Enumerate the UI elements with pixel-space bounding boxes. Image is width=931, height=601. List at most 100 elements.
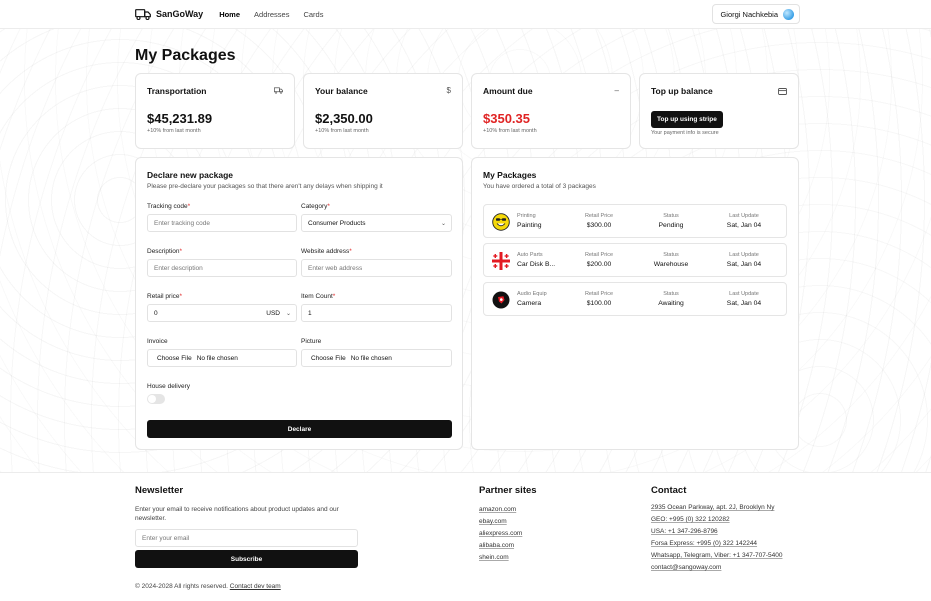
house-delivery-label: House delivery bbox=[147, 383, 190, 390]
nav-home[interactable]: Home bbox=[219, 10, 240, 19]
declare-button[interactable]: Declare bbox=[147, 420, 452, 438]
retail-price-label: Retail Price bbox=[584, 291, 614, 297]
contact-email[interactable]: contact@sangoway.com bbox=[651, 564, 721, 571]
credit-card-icon bbox=[778, 88, 787, 95]
camera-logo-icon bbox=[492, 291, 510, 309]
package-status: Awaiting bbox=[658, 300, 684, 307]
contact-address[interactable]: 2935 Ocean Parkway, apt. 2J, Brooklyn Ny bbox=[651, 504, 774, 511]
website-label: Website address* bbox=[301, 248, 352, 255]
partner-link[interactable]: amazon.com bbox=[479, 506, 516, 513]
subscribe-button[interactable]: Subscribe bbox=[135, 550, 358, 568]
nav-cards[interactable]: Cards bbox=[303, 10, 323, 19]
dollar-icon: $ bbox=[446, 86, 451, 95]
form-title: Declare new package bbox=[147, 170, 233, 180]
invoice-file-input[interactable]: Choose File No file chosen bbox=[147, 349, 297, 367]
card-sub: Your payment info is secure bbox=[651, 130, 719, 136]
truck-icon bbox=[274, 87, 283, 94]
user-name: Giorgi Nachkebia bbox=[720, 9, 778, 19]
choose-file-button[interactable]: Choose File bbox=[311, 355, 346, 362]
balance-card: Your balance $ $2,350.00 +10% from last … bbox=[303, 73, 463, 149]
card-title: Your balance bbox=[315, 86, 368, 96]
card-value: $45,231.89 bbox=[147, 111, 213, 126]
file-status: No file chosen bbox=[350, 354, 392, 362]
retail-price-label: Retail Price bbox=[584, 252, 614, 258]
user-menu-button[interactable]: Giorgi Nachkebia bbox=[712, 4, 800, 24]
description-input[interactable]: Enter description bbox=[147, 259, 297, 277]
page-title: My Packages bbox=[135, 47, 236, 64]
package-price: $300.00 bbox=[586, 222, 612, 229]
currency-select[interactable]: USD bbox=[266, 310, 280, 317]
package-name: Painting bbox=[517, 222, 542, 229]
newsletter-email-input[interactable]: Enter your email bbox=[135, 529, 358, 547]
package-price: $100.00 bbox=[586, 300, 612, 307]
chevron-down-icon: ⌄ bbox=[440, 221, 446, 227]
my-packages-panel: My Packages You have ordered a total of … bbox=[471, 157, 799, 450]
website-input[interactable]: Enter web address bbox=[301, 259, 452, 277]
contact-phone-forsa[interactable]: Forsa Express: +995 (0) 322 142244 bbox=[651, 540, 757, 547]
packages-title: My Packages bbox=[483, 170, 537, 180]
card-sub: +10% from last month bbox=[315, 128, 369, 134]
transportation-card: Transportation $45,231.89 +10% from last… bbox=[135, 73, 295, 149]
package-category: Printing bbox=[517, 213, 536, 219]
tracking-code-label: Tracking code* bbox=[147, 203, 191, 210]
contact-title: Contact bbox=[651, 485, 687, 496]
package-row[interactable]: Printing Painting Retail Price $300.00 S… bbox=[483, 204, 787, 238]
logo[interactable]: SanGoWay bbox=[135, 8, 204, 20]
package-update: Sat, Jan 04 bbox=[726, 261, 762, 268]
package-status: Warehouse bbox=[653, 261, 689, 268]
package-row[interactable]: Auto Parts Car Disk B... Retail Price $2… bbox=[483, 243, 787, 277]
minus-icon: – bbox=[614, 86, 619, 95]
picture-file-input[interactable]: Choose File No file chosen bbox=[301, 349, 452, 367]
retail-price-input[interactable]: 0 USD ⌄ bbox=[147, 304, 297, 322]
card-value: $2,350.00 bbox=[315, 111, 373, 126]
last-update-label: Last Update bbox=[729, 252, 759, 258]
partner-link[interactable]: shein.com bbox=[479, 554, 509, 561]
contact-phone-messengers[interactable]: Whatsapp, Telegram, Viber: +1 347-707-54… bbox=[651, 552, 782, 559]
nav-addresses[interactable]: Addresses bbox=[254, 10, 289, 19]
picture-label: Picture bbox=[301, 338, 322, 345]
status-label: Status bbox=[663, 252, 679, 258]
form-subtitle: Please pre-declare your packages so that… bbox=[147, 183, 383, 190]
smiley-icon bbox=[492, 213, 510, 231]
georgia-flag-icon bbox=[492, 252, 510, 270]
top-up-card: Top up balance Top up using stripe Your … bbox=[639, 73, 799, 149]
card-sub: +10% from last month bbox=[483, 128, 537, 134]
category-label: Category* bbox=[301, 203, 330, 210]
package-update: Sat, Jan 04 bbox=[726, 300, 762, 307]
contact-dev-link[interactable]: Contact dev team bbox=[230, 583, 281, 590]
package-category: Auto Parts bbox=[517, 252, 543, 258]
contact-phone-geo[interactable]: GEO: +995 (0) 322 120282 bbox=[651, 516, 730, 523]
newsletter-text: Enter your email to receive notification… bbox=[135, 506, 339, 522]
retail-price-label: Retail Price bbox=[584, 213, 614, 219]
top-navbar: SanGoWay Home Addresses Cards Giorgi Nac… bbox=[0, 0, 931, 29]
copyright: © 2024-2028 All rights reserved. Contact… bbox=[135, 583, 281, 590]
house-delivery-toggle[interactable] bbox=[147, 394, 165, 404]
avatar bbox=[783, 8, 794, 20]
partner-link[interactable]: alibaba.com bbox=[479, 542, 514, 549]
top-up-stripe-button[interactable]: Top up using stripe bbox=[651, 111, 723, 128]
app-name: SanGoWay bbox=[156, 9, 204, 19]
status-label: Status bbox=[663, 291, 679, 297]
tracking-code-input[interactable]: Enter tracking code bbox=[147, 214, 297, 232]
partner-link[interactable]: aliexpress.com bbox=[479, 530, 522, 537]
copyright-text: © 2024-2028 All rights reserved. bbox=[135, 583, 228, 590]
choose-file-button[interactable]: Choose File bbox=[157, 355, 192, 362]
package-category: Audio Equip bbox=[517, 291, 547, 297]
partner-link[interactable]: ebay.com bbox=[479, 518, 507, 525]
last-update-label: Last Update bbox=[729, 213, 759, 219]
package-status: Pending bbox=[658, 222, 684, 229]
footer: Newsletter Enter your email to receive n… bbox=[0, 472, 931, 601]
description-label: Description* bbox=[147, 248, 183, 255]
package-update: Sat, Jan 04 bbox=[726, 222, 762, 229]
amount-due-card: Amount due – $350.35 +10% from last mont… bbox=[471, 73, 631, 149]
package-row[interactable]: Audio Equip Camera Retail Price $100.00 … bbox=[483, 282, 787, 316]
item-count-input[interactable]: 1 bbox=[301, 304, 452, 322]
contact-phone-usa[interactable]: USA: +1 347-296-8796 bbox=[651, 528, 718, 535]
packages-subtitle: You have ordered a total of 3 packages bbox=[483, 183, 596, 190]
package-name: Camera bbox=[517, 300, 542, 307]
category-select[interactable]: Consumer Products ⌄ bbox=[301, 214, 452, 232]
file-status: No file chosen bbox=[196, 354, 238, 362]
status-label: Status bbox=[663, 213, 679, 219]
main-nav: Home Addresses Cards bbox=[219, 10, 323, 19]
package-name: Car Disk B... bbox=[517, 261, 556, 268]
